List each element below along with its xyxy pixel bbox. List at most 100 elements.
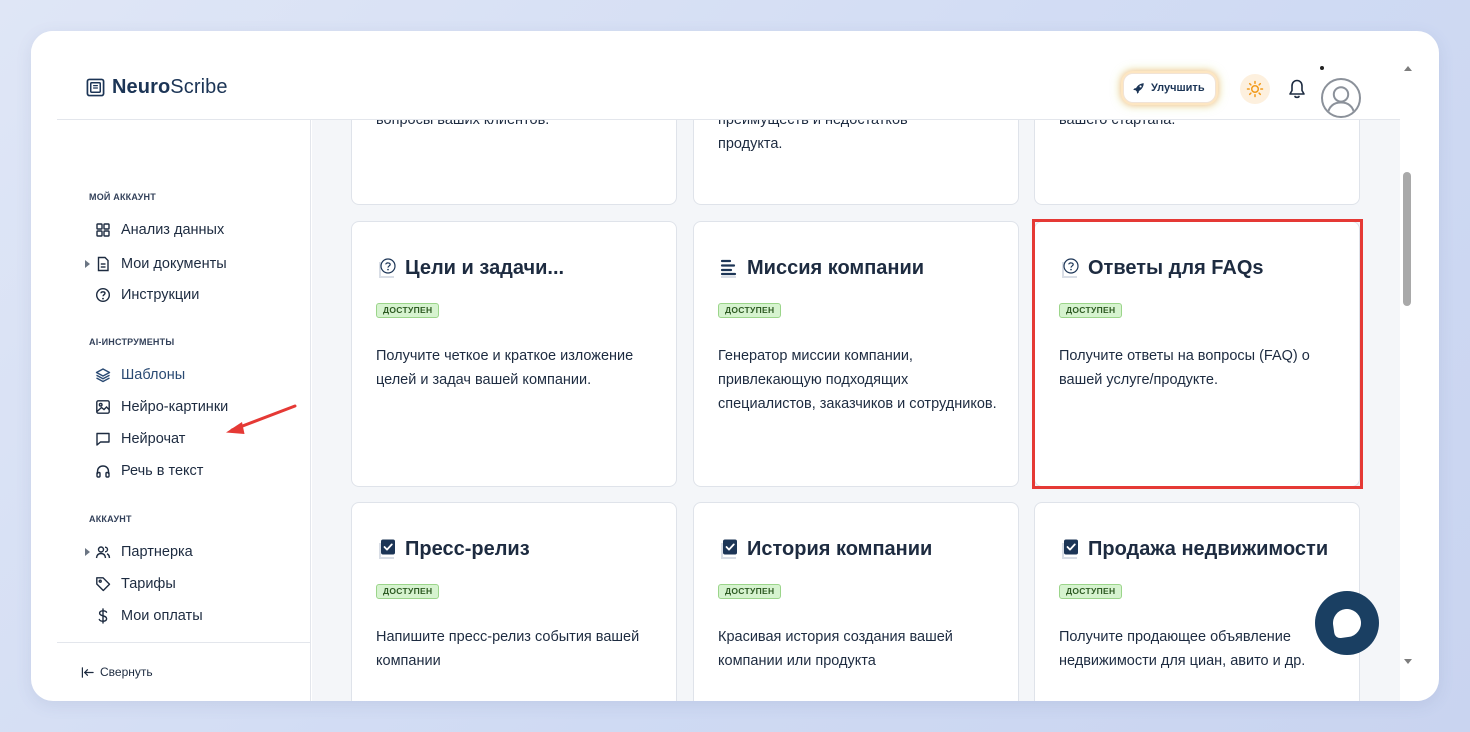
annotation-arrow <box>226 404 297 434</box>
template-card-goals[interactable]: Цели и задачи... ДОСТУПЕН Получите четко… <box>351 221 677 487</box>
avatar[interactable] <box>1321 78 1361 118</box>
sidebar-item-data-analysis[interactable]: Анализ данных <box>95 219 224 241</box>
sidebar-item-label: Нейро-картинки <box>121 399 229 415</box>
logo[interactable]: NeuroScribe <box>86 76 228 99</box>
template-card-press-release[interactable]: Пресс-релиз ДОСТУПЕН Напишите пресс-рели… <box>351 502 677 701</box>
card-description: преимуществ и недостатков <box>718 120 908 128</box>
card-description: вашего стартапа. <box>1059 120 1176 128</box>
card-description: Получите ответы на вопросы (FAQ) о вашей… <box>1059 348 1310 388</box>
card-title: История компании <box>718 537 932 561</box>
section-label-ai-tools: AI-ИНСТРУМЕНТЫ <box>89 337 175 347</box>
card-title: Ответы для FAQs <box>1059 256 1264 280</box>
expand-caret[interactable] <box>85 548 90 556</box>
card-description: Напишите пресс-релиз события вашей компа… <box>376 629 640 669</box>
card-description: продукта. <box>718 136 783 152</box>
status-badge: ДОСТУПЕН <box>718 303 782 318</box>
card-description: Получите четкое и краткое изложение целе… <box>376 348 634 388</box>
card-title: Пресс-релиз <box>376 537 530 561</box>
scrollbar-thumb[interactable] <box>1403 172 1411 306</box>
sidebar-item-label: Мои документы <box>121 256 227 272</box>
app-window: NeuroScribe Улучшить МОЙ АККАУНТ Анализ … <box>31 31 1439 701</box>
template-card-faq[interactable]: Ответы для FAQs ДОСТУПЕН Получите ответы… <box>1034 221 1360 487</box>
sidebar: МОЙ АККАУНТ Анализ данных Мои документы … <box>57 120 311 701</box>
logo-text: NeuroScribe <box>112 76 228 98</box>
sidebar-item-my-documents[interactable]: Мои документы <box>95 253 227 275</box>
card-description: вопросы ваших клиентов. <box>376 120 550 128</box>
upgrade-button[interactable]: Улучшить <box>1123 73 1216 103</box>
sidebar-item-label: Партнерка <box>121 544 193 560</box>
status-badge: ДОСТУПЕН <box>718 584 782 599</box>
sun-icon <box>1246 80 1264 98</box>
question-doc-icon <box>376 256 398 280</box>
dollar-icon <box>95 608 111 624</box>
expand-caret[interactable] <box>85 260 90 268</box>
section-label-account: АККАУНТ <box>89 514 132 524</box>
card-title: Цели и задачи... <box>376 256 564 280</box>
chat-icon <box>95 431 111 447</box>
card-title-text: Миссия компании <box>747 256 925 279</box>
template-card[interactable]: вопросы ваших клиентов. <box>351 120 677 205</box>
card-description: Генератор миссии компании, привлекающую … <box>718 348 997 412</box>
template-card-mission[interactable]: Миссия компании ДОСТУПЕН Генератор мисси… <box>693 221 1019 487</box>
template-card[interactable]: вашего стартапа. <box>1034 120 1360 205</box>
chat-widget-button[interactable] <box>1315 591 1379 655</box>
sidebar-item-label: Нейрочат <box>121 431 186 447</box>
check-doc-icon <box>718 537 740 561</box>
sidebar-item-label: Шаблоны <box>121 367 186 383</box>
scrollbar[interactable] <box>1400 61 1422 701</box>
sidebar-item-label: Тарифы <box>121 576 176 592</box>
status-badge: ДОСТУПЕН <box>376 303 440 318</box>
card-title: Продажа недвижимости <box>1059 537 1328 561</box>
help-circle-icon <box>95 287 111 303</box>
status-badge: ДОСТУПЕН <box>1059 303 1123 318</box>
bell-icon[interactable] <box>1287 78 1307 100</box>
card-description: Получите продающее объявление недвижимос… <box>1059 629 1306 669</box>
collapse-sidebar-button[interactable]: Свернуть <box>81 665 153 679</box>
sidebar-item-tariffs[interactable]: Тарифы <box>95 573 176 595</box>
layers-icon <box>95 367 111 383</box>
upgrade-label: Улучшить <box>1151 82 1205 94</box>
users-icon <box>95 544 111 560</box>
sidebar-item-label: Инструкции <box>121 287 200 303</box>
sidebar-item-partners[interactable]: Партнерка <box>95 541 193 563</box>
top-header: NeuroScribe Улучшить <box>31 31 1400 120</box>
template-card[interactable]: преимуществ и недостатков продукта. <box>693 120 1019 205</box>
sidebar-item-my-payments[interactable]: Мои оплаты <box>95 605 203 627</box>
sidebar-item-templates[interactable]: Шаблоны <box>95 364 185 386</box>
card-description: Красивая история создания вашей компании… <box>718 629 953 669</box>
scroll-up-arrow[interactable] <box>1404 66 1412 71</box>
theme-toggle[interactable] <box>1240 74 1270 104</box>
template-card-real-estate[interactable]: Продажа недвижимости ДОСТУПЕН Получите п… <box>1034 502 1360 701</box>
sidebar-item-speech-to-text[interactable]: Речь в текст <box>95 460 203 482</box>
card-title-text: История компании <box>747 537 933 560</box>
card-title: Миссия компании <box>718 256 924 280</box>
sidebar-item-neurochat[interactable]: Нейрочат <box>95 428 185 450</box>
chat-bubble-icon <box>1331 607 1363 639</box>
check-doc-icon <box>1059 537 1081 561</box>
grid-icon <box>95 222 111 238</box>
user-avatar-icon <box>1326 86 1356 115</box>
logo-icon <box>86 78 105 97</box>
sidebar-item-label: Речь в текст <box>121 463 204 479</box>
sidebar-item-instructions[interactable]: Инструкции <box>95 284 199 306</box>
sidebar-divider <box>57 642 311 643</box>
status-dot <box>1320 66 1324 70</box>
status-badge: ДОСТУПЕН <box>376 584 440 599</box>
templates-grid: вопросы ваших клиентов. преимуществ и не… <box>312 120 1400 701</box>
lines-doc-icon <box>718 256 740 280</box>
status-badge: ДОСТУПЕН <box>1059 584 1123 599</box>
document-icon <box>95 256 111 272</box>
tag-icon <box>95 576 111 592</box>
image-icon <box>95 399 111 415</box>
template-card-company-history[interactable]: История компании ДОСТУПЕН Красивая истор… <box>693 502 1019 701</box>
card-title-text: Ответы для FAQs <box>1088 256 1264 279</box>
sidebar-item-neuro-images[interactable]: Нейро-картинки <box>95 396 228 418</box>
collapse-arrow-icon <box>81 666 94 678</box>
header-divider <box>57 119 1400 120</box>
card-title-text: Пресс-релиз <box>405 537 530 560</box>
headphones-icon <box>95 463 111 479</box>
section-label-my-account: МОЙ АККАУНТ <box>89 192 156 202</box>
scroll-down-arrow[interactable] <box>1404 659 1412 664</box>
card-title-text: Продажа недвижимости <box>1088 537 1329 560</box>
collapse-label: Свернуть <box>100 665 153 679</box>
